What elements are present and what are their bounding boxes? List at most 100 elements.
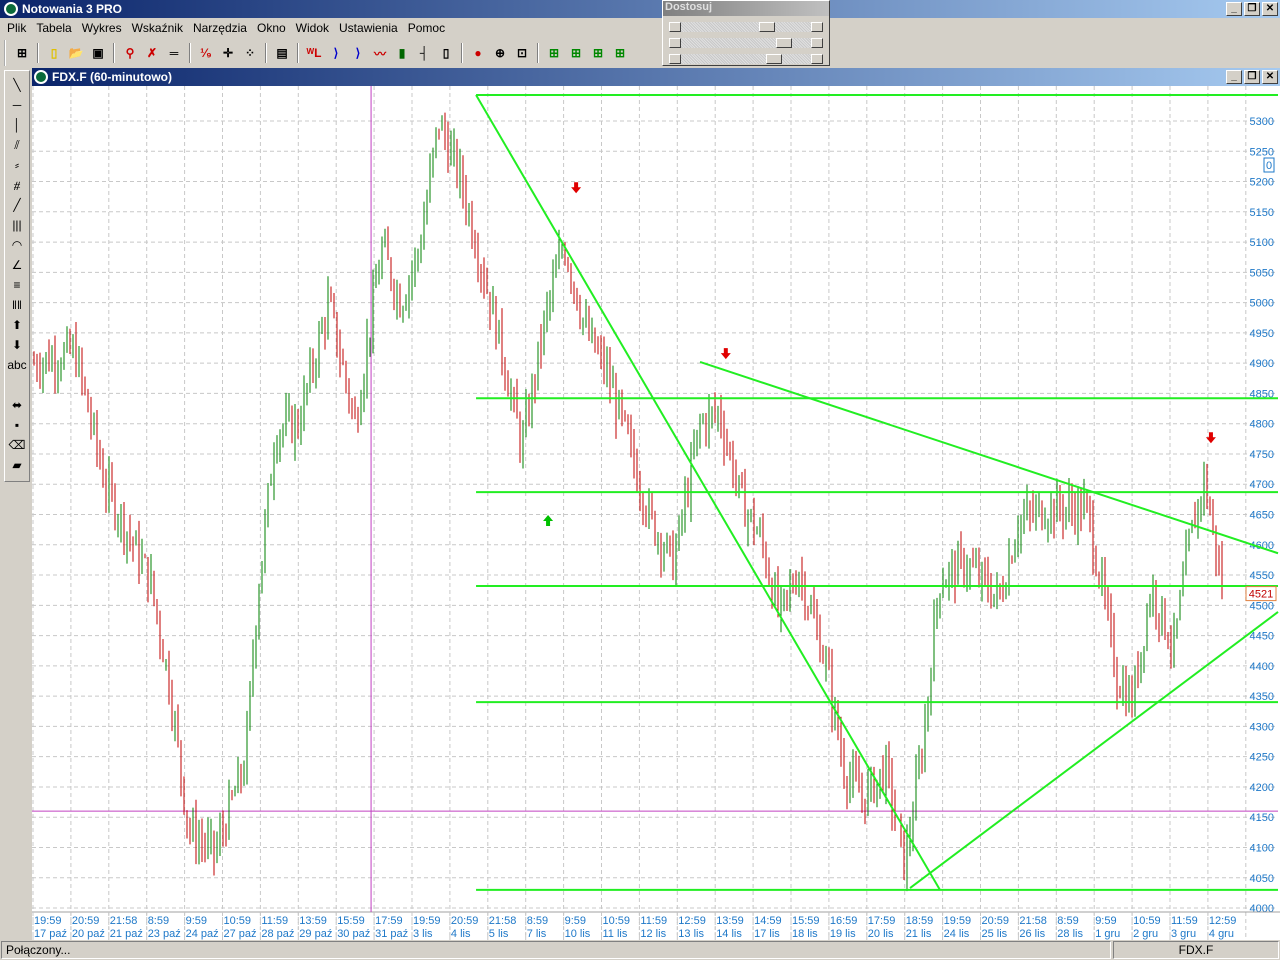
x-date-label: 29 paź bbox=[299, 928, 332, 940]
ruler-icon[interactable]: ═ bbox=[164, 43, 184, 63]
arrow-down-icon[interactable]: ⬇ bbox=[6, 335, 28, 355]
slider-thumb[interactable] bbox=[759, 22, 775, 32]
adjust-slider-0[interactable] bbox=[669, 22, 823, 32]
window-layout-4-icon[interactable]: ⊞ bbox=[610, 43, 630, 63]
parallel-lines-icon[interactable]: ⫽ bbox=[6, 135, 28, 155]
last-price-label: 4521 bbox=[1249, 589, 1273, 601]
slider-left-arrow[interactable] bbox=[669, 38, 681, 48]
y-tick-label: 4250 bbox=[1250, 752, 1274, 764]
slider-thumb[interactable] bbox=[766, 54, 782, 64]
move-icon[interactable]: ⬌ bbox=[6, 395, 28, 415]
add-indicator-icon[interactable]: ⊕ bbox=[490, 43, 510, 63]
line-icon[interactable]: ╲ bbox=[6, 75, 28, 95]
x-time-label: 20:59 bbox=[72, 915, 100, 927]
menu-8[interactable]: Pomoc bbox=[403, 21, 450, 35]
menu-0[interactable]: Plik bbox=[2, 21, 31, 35]
zoom-icon[interactable]: ⚲ bbox=[120, 43, 140, 63]
price-chart[interactable]: 4000405041004150420042504300435044004450… bbox=[32, 86, 1280, 940]
time-zones-icon[interactable]: ‖‖ bbox=[6, 295, 28, 315]
adjust-slider-2[interactable] bbox=[669, 54, 823, 64]
save-icon[interactable]: ▣ bbox=[88, 43, 108, 63]
slider-right-arrow[interactable] bbox=[811, 22, 823, 32]
fib-icon[interactable]: ⟩ bbox=[326, 43, 346, 63]
x-time-label: 10:59 bbox=[603, 915, 631, 927]
crosshair-icon[interactable]: ✛ bbox=[218, 43, 238, 63]
signal-icon[interactable]: ● bbox=[468, 43, 488, 63]
ohlc-icon[interactable]: ┤ bbox=[414, 43, 434, 63]
y-tick-label: 4750 bbox=[1250, 449, 1274, 461]
window-layout-3-icon[interactable]: ⊞ bbox=[588, 43, 608, 63]
slider-left-arrow[interactable] bbox=[669, 22, 681, 32]
arrow-up-icon[interactable]: ⬆ bbox=[6, 315, 28, 335]
wl-icon[interactable]: ᵂL bbox=[304, 43, 324, 63]
restore-button[interactable]: ❐ bbox=[1244, 2, 1260, 16]
menu-5[interactable]: Okno bbox=[252, 21, 291, 35]
x-date-label: 3 gru bbox=[1171, 928, 1196, 940]
bar-chart-icon[interactable]: ▮ bbox=[392, 43, 412, 63]
x-time-label: 9:59 bbox=[186, 915, 207, 927]
menu-1[interactable]: Tabela bbox=[31, 21, 76, 35]
text-icon[interactable] bbox=[6, 375, 28, 395]
eraser-all-icon[interactable]: ▰ bbox=[6, 455, 28, 475]
chart-close-button[interactable]: ✕ bbox=[1262, 70, 1278, 84]
x-time-label: 13:59 bbox=[299, 915, 327, 927]
fan-icon[interactable]: ⸗ bbox=[6, 155, 28, 175]
points-icon[interactable]: ⁘ bbox=[240, 43, 260, 63]
text-tool[interactable]: abc bbox=[6, 355, 28, 375]
toolbar-separator bbox=[297, 43, 299, 63]
slider-right-arrow[interactable] bbox=[811, 38, 823, 48]
y-tick-label: 5200 bbox=[1250, 177, 1274, 189]
y-tick-label: 4300 bbox=[1250, 721, 1274, 733]
arcs-icon[interactable]: ◠ bbox=[6, 235, 28, 255]
x-time-label: 12:59 bbox=[1209, 915, 1237, 927]
select-icon[interactable]: ▪ bbox=[6, 415, 28, 435]
numbers-icon[interactable]: ¹⁄₉ bbox=[196, 43, 216, 63]
slider-thumb[interactable] bbox=[776, 38, 792, 48]
x-date-label: 2 gru bbox=[1133, 928, 1158, 940]
eraser-icon[interactable]: ⌫ bbox=[6, 435, 28, 455]
x-date-label: 30 paź bbox=[337, 928, 370, 940]
speed-lines-icon[interactable]: ∠ bbox=[6, 255, 28, 275]
horizontal-line-icon[interactable]: ─ bbox=[6, 95, 28, 115]
segment-icon[interactable]: ╱ bbox=[6, 195, 28, 215]
menu-2[interactable]: Wykres bbox=[77, 21, 127, 35]
x-time-label: 9:59 bbox=[1095, 915, 1116, 927]
menu-4[interactable]: Narzędzia bbox=[188, 21, 252, 35]
vertical-lines-icon[interactable]: ||| bbox=[6, 215, 28, 235]
minimize-button[interactable]: _ bbox=[1226, 2, 1242, 16]
x-date-label: 24 lis bbox=[944, 928, 970, 940]
window-layout-1-icon[interactable]: ⊞ bbox=[544, 43, 564, 63]
delete-icon[interactable]: ✗ bbox=[142, 43, 162, 63]
slider-left-arrow[interactable] bbox=[669, 54, 681, 64]
y-tick-label: 4800 bbox=[1250, 419, 1274, 431]
window-layout-2-icon[interactable]: ⊞ bbox=[566, 43, 586, 63]
fib-retracement-icon[interactable]: ≡ bbox=[6, 275, 28, 295]
line-chart-icon[interactable]: 〰 bbox=[370, 43, 390, 63]
x-time-label: 8:59 bbox=[148, 915, 169, 927]
table-icon[interactable]: ▤ bbox=[272, 43, 292, 63]
candle-icon[interactable]: ▯ bbox=[436, 43, 456, 63]
add-window-icon[interactable]: ⊡ bbox=[512, 43, 532, 63]
close-button[interactable]: ✕ bbox=[1262, 2, 1278, 16]
x-time-label: 18:59 bbox=[906, 915, 934, 927]
x-time-label: 17:59 bbox=[375, 915, 403, 927]
layout-icon[interactable]: ⊞ bbox=[12, 43, 32, 63]
y-tick-label: 5150 bbox=[1250, 207, 1274, 219]
new-file-icon[interactable]: ▯ bbox=[44, 43, 64, 63]
x-time-label: 11:59 bbox=[1171, 915, 1198, 927]
gann-icon[interactable]: ⧣ bbox=[6, 175, 28, 195]
adjust-slider-1[interactable] bbox=[669, 38, 823, 48]
slider-right-arrow[interactable] bbox=[811, 54, 823, 64]
menu-3[interactable]: Wskaźnik bbox=[127, 21, 188, 35]
y-tick-label: 4150 bbox=[1250, 812, 1274, 824]
x-time-label: 14:59 bbox=[754, 915, 782, 927]
menu-6[interactable]: Widok bbox=[291, 21, 334, 35]
x-time-label: 21:58 bbox=[489, 915, 517, 927]
x-time-label: 19:59 bbox=[944, 915, 972, 927]
open-folder-icon[interactable]: 📂 bbox=[66, 43, 86, 63]
chart-minimize-button[interactable]: _ bbox=[1226, 70, 1242, 84]
vertical-line-icon[interactable]: │ bbox=[6, 115, 28, 135]
fib2-icon[interactable]: ⟩ bbox=[348, 43, 368, 63]
chart-restore-button[interactable]: ❐ bbox=[1244, 70, 1260, 84]
menu-7[interactable]: Ustawienia bbox=[334, 21, 403, 35]
